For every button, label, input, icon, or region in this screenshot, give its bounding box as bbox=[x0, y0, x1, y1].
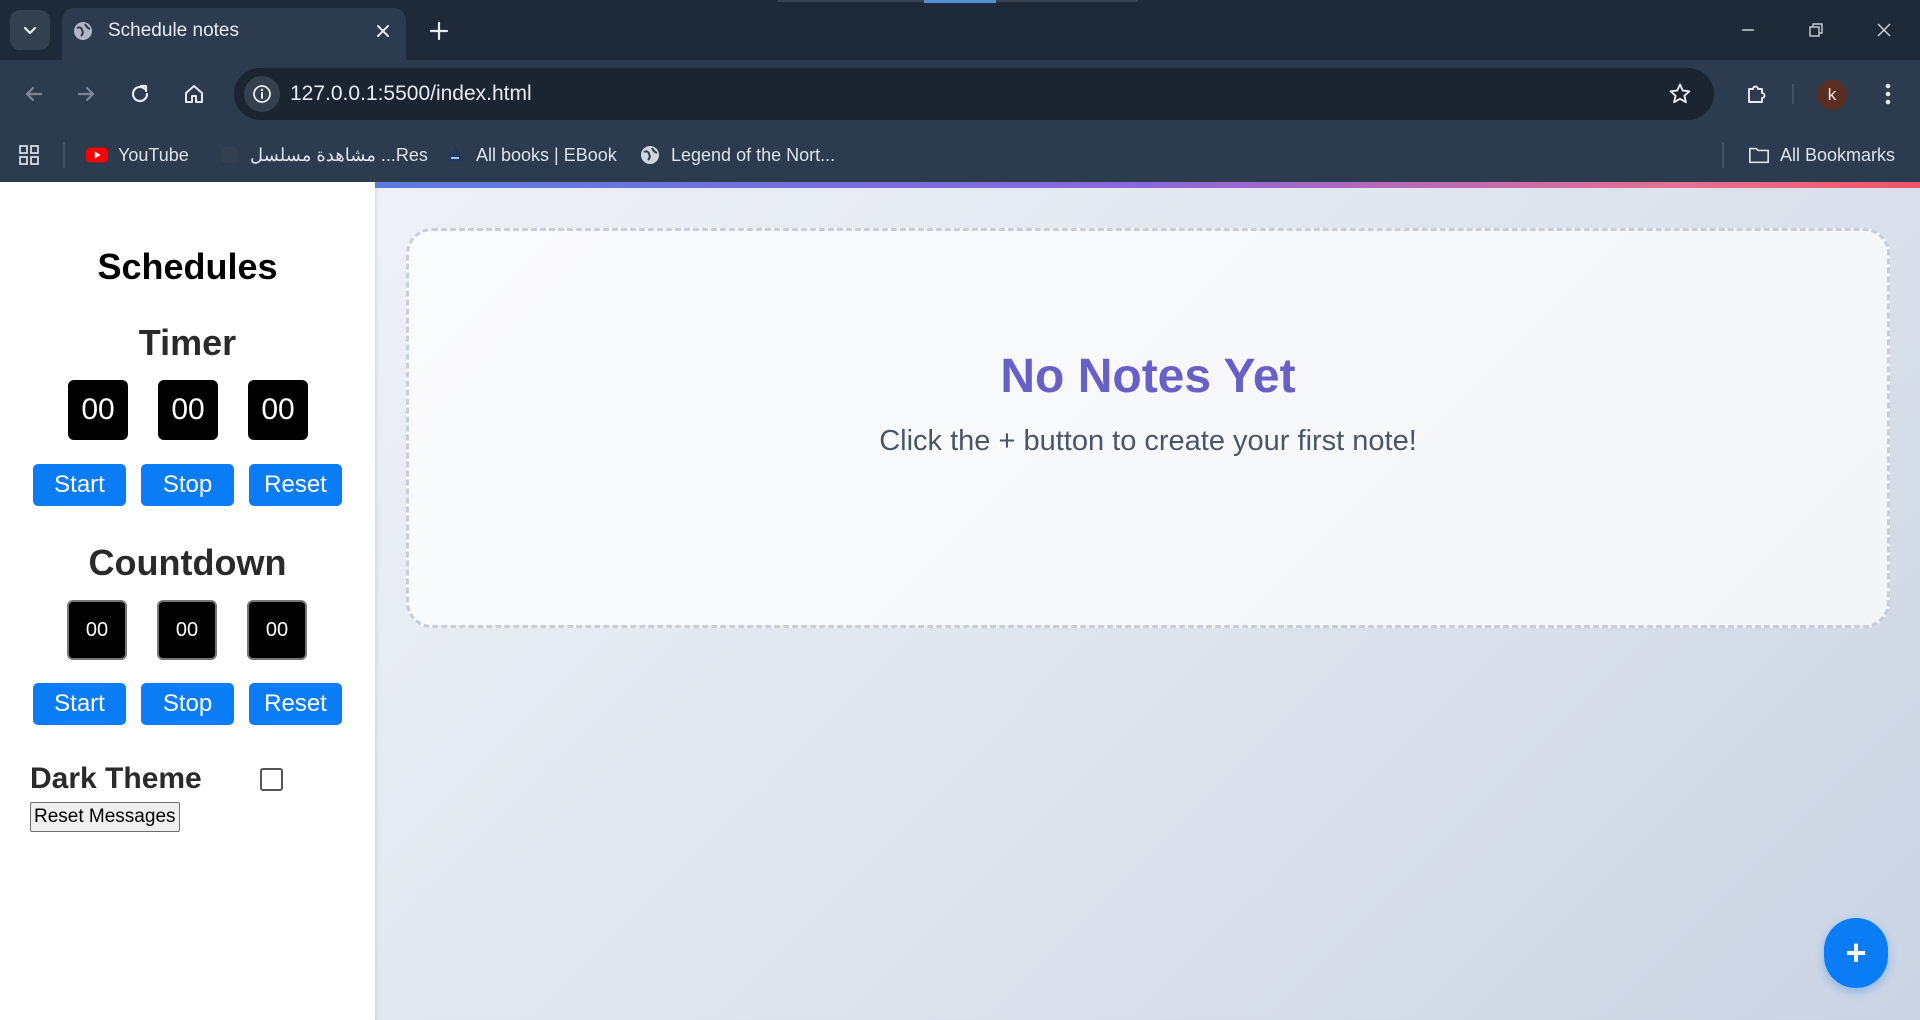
url-text[interactable]: 127.0.0.1:5500/index.html bbox=[290, 82, 532, 106]
reload-button[interactable] bbox=[122, 76, 158, 112]
page: Schedules Timer 00 00 00 Start Stop Rese… bbox=[0, 182, 1920, 1020]
home-button[interactable] bbox=[176, 76, 212, 112]
all-bookmarks-button[interactable]: All Bookmarks bbox=[1748, 140, 1895, 170]
globe-icon bbox=[72, 20, 94, 42]
bookmark-label: All books | EBook bbox=[476, 144, 617, 165]
close-window-button[interactable] bbox=[1864, 14, 1904, 46]
minimize-icon bbox=[1742, 29, 1754, 31]
sidebar: Schedules Timer 00 00 00 Start Stop Rese… bbox=[0, 182, 375, 1020]
browser-tabstrip: Schedule notes bbox=[0, 0, 1920, 60]
notes-area: No Notes Yet Click the + button to creat… bbox=[375, 182, 1920, 1020]
puzzle-icon bbox=[1748, 85, 1766, 103]
gradient-top-bar bbox=[375, 182, 1920, 188]
info-icon bbox=[253, 85, 271, 103]
home-icon bbox=[185, 85, 203, 103]
toolbar-separator bbox=[1792, 84, 1794, 104]
extensions-button[interactable] bbox=[1738, 76, 1774, 112]
browser-menu-button[interactable] bbox=[1870, 76, 1906, 112]
arrow-left-icon bbox=[25, 86, 43, 102]
minimize-button[interactable] bbox=[1728, 14, 1768, 46]
all-bookmarks-label: All Bookmarks bbox=[1780, 144, 1896, 165]
bookmark-label: Legend of the Nort... bbox=[671, 144, 836, 165]
bookmark-label: مشاهدة مسلسل ...Res bbox=[250, 144, 428, 165]
globe-icon bbox=[639, 144, 661, 166]
add-note-button[interactable]: + bbox=[1824, 918, 1888, 988]
dark-theme-label: Dark Theme bbox=[30, 762, 202, 795]
timer-hours: 00 bbox=[68, 380, 128, 440]
close-icon bbox=[377, 25, 389, 37]
empty-state-title: No Notes Yet bbox=[1000, 350, 1296, 403]
bookmark-youtube[interactable]: YouTube bbox=[86, 140, 189, 170]
timer-heading: Timer bbox=[138, 322, 237, 363]
plus-icon bbox=[429, 21, 449, 41]
chevron-down-icon bbox=[23, 26, 37, 35]
empty-state-subtitle: Click the + button to create your first … bbox=[879, 425, 1417, 457]
apps-button[interactable] bbox=[18, 140, 40, 170]
sidebar-title: Schedules bbox=[97, 246, 278, 287]
book-site-icon bbox=[444, 144, 466, 166]
timer-stop-button[interactable]: Stop bbox=[141, 464, 234, 506]
timer-seconds: 00 bbox=[248, 380, 308, 440]
kebab-menu-icon bbox=[1885, 83, 1891, 105]
restore-button[interactable] bbox=[1796, 14, 1836, 46]
new-tab-button[interactable] bbox=[422, 14, 456, 48]
back-button[interactable] bbox=[16, 76, 52, 112]
tabstrip-indicator bbox=[924, 0, 996, 3]
site-icon bbox=[218, 144, 240, 166]
countdown-hours-input[interactable]: 00 bbox=[67, 600, 127, 660]
countdown-stop-button[interactable]: Stop bbox=[141, 683, 234, 725]
bookmarks-separator bbox=[63, 142, 65, 168]
tab-close-button[interactable] bbox=[370, 18, 396, 44]
address-bar[interactable]: 127.0.0.1:5500/index.html bbox=[234, 68, 1714, 120]
countdown-minutes-input[interactable]: 00 bbox=[157, 600, 217, 660]
countdown-seconds-input[interactable]: 00 bbox=[247, 600, 307, 660]
profile-avatar[interactable]: k bbox=[1817, 80, 1847, 110]
close-icon bbox=[1877, 23, 1891, 37]
timer-start-button[interactable]: Start bbox=[33, 464, 126, 506]
bookmark-series[interactable]: مشاهدة مسلسل ...Res bbox=[218, 140, 428, 170]
bookmark-legend[interactable]: Legend of the Nort... bbox=[639, 140, 835, 170]
plus-icon: + bbox=[1845, 932, 1867, 973]
countdown-start-button[interactable]: Start bbox=[33, 683, 126, 725]
forward-button[interactable] bbox=[68, 76, 104, 112]
reload-icon bbox=[131, 84, 149, 103]
star-icon bbox=[1669, 83, 1691, 104]
tab-title: Schedule notes bbox=[108, 20, 239, 41]
youtube-icon bbox=[86, 144, 108, 166]
browser-toolbar: 127.0.0.1:5500/index.html k bbox=[0, 60, 1920, 128]
apps-grid-icon bbox=[19, 145, 39, 165]
empty-state-card: No Notes Yet Click the + button to creat… bbox=[406, 228, 1890, 628]
folder-icon bbox=[1748, 144, 1770, 166]
timer-reset-button[interactable]: Reset bbox=[249, 464, 342, 506]
reset-messages-button[interactable]: Reset Messages bbox=[30, 802, 180, 832]
bookmark-ebook[interactable]: All books | EBook bbox=[444, 140, 617, 170]
countdown-reset-button[interactable]: Reset bbox=[249, 683, 342, 725]
dark-theme-checkbox[interactable] bbox=[260, 768, 283, 791]
countdown-heading: Countdown bbox=[88, 542, 287, 583]
bookmark-star-button[interactable] bbox=[1664, 78, 1696, 110]
restore-icon bbox=[1809, 23, 1823, 37]
bookmarks-separator bbox=[1722, 142, 1724, 168]
timer-minutes: 00 bbox=[158, 380, 218, 440]
bookmark-label: YouTube bbox=[118, 144, 189, 165]
arrow-right-icon bbox=[77, 86, 95, 102]
bookmarks-bar: YouTube مشاهدة مسلسل ...Res All books | … bbox=[0, 128, 1920, 182]
site-info-button[interactable] bbox=[244, 76, 280, 112]
tab-search-button[interactable] bbox=[10, 10, 50, 50]
